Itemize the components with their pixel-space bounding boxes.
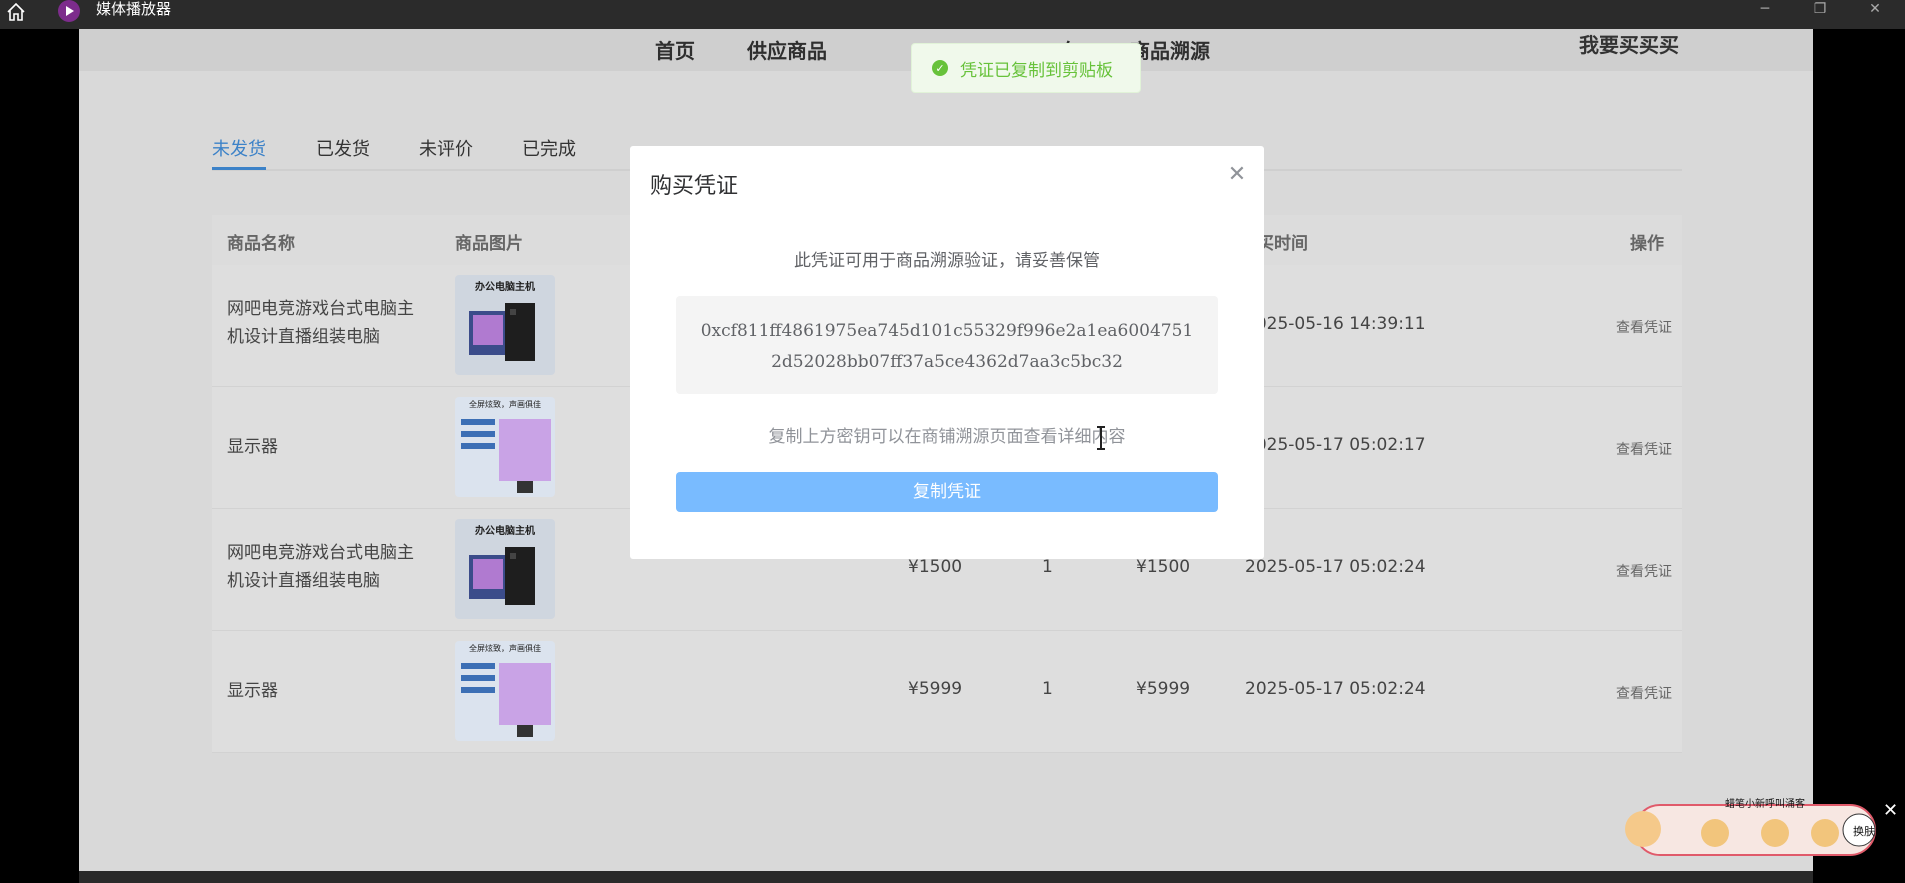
tab-completed[interactable]: 已完成	[522, 135, 576, 161]
nav-supply-products[interactable]: 供应商品	[747, 35, 827, 64]
product-name: 显示器	[227, 437, 278, 457]
purchase-time: 2025-05-16 14:39:11	[1245, 314, 1426, 334]
desktop-pc-image: 办公电脑主机	[455, 519, 555, 619]
window-title: 媒体播放器	[96, 0, 172, 18]
close-icon[interactable]: ✕	[1883, 800, 1898, 821]
minimize-button[interactable]: ─	[1740, 0, 1790, 22]
close-icon[interactable]: ✕	[1225, 162, 1249, 187]
tab-unreviewed[interactable]: 未评价	[419, 135, 473, 161]
voucher-key[interactable]: 0xcf811ff4861975ea745d101c55329f996e2a1e…	[676, 296, 1218, 394]
toast-message: 凭证已复制到剪贴板	[960, 60, 1113, 81]
monitor-image: 全屏炫致，声画俱佳	[455, 397, 555, 497]
view-voucher-link[interactable]: 查看凭证	[1616, 683, 1672, 703]
skin-button-label: 换肤	[1853, 824, 1875, 838]
purchase-time: 2025-05-17 05:02:17	[1245, 435, 1426, 455]
col-product-name: 商品名称	[227, 234, 295, 254]
dialog-hint: 复制上方密钥可以在商铺溯源页面查看详细内容	[768, 427, 1126, 447]
product-name: 网吧电竞游戏台式电脑主机设计直播组装电脑	[227, 299, 414, 347]
widget-text: 蜡笔小新呼叫涌客	[1725, 797, 1805, 810]
monitor-image: 全屏炫致，声画俱佳	[455, 641, 555, 741]
price: ¥5999	[908, 679, 963, 699]
quantity: 1	[1042, 679, 1053, 699]
col-action: 操作	[1630, 234, 1664, 254]
skin-widget[interactable]: 蜡笔小新呼叫涌客 换肤	[1615, 797, 1880, 863]
nav-trace[interactable]: 商品溯源	[1130, 35, 1210, 64]
purchase-time: 2025-05-17 05:02:24	[1245, 557, 1426, 577]
view-voucher-link[interactable]: 查看凭证	[1616, 439, 1672, 459]
purchase-time: 2025-05-17 05:02:24	[1245, 679, 1426, 699]
home-icon[interactable]	[6, 2, 26, 22]
thumb-title: 全屏炫致，声画俱佳	[469, 643, 541, 653]
col-purchase-time: 买时间	[1257, 234, 1308, 254]
price: ¥1500	[908, 557, 963, 577]
text-cursor-icon	[1097, 426, 1105, 450]
tab-shipped[interactable]: 已发货	[316, 135, 370, 161]
dialog-description: 此凭证可用于商品溯源验证，请妥善保管	[794, 251, 1100, 271]
desktop-pc-image: 办公电脑主机	[455, 275, 555, 375]
col-product-image: 商品图片	[455, 234, 523, 254]
product-name: 网吧电竞游戏台式电脑主机设计直播组装电脑	[227, 543, 414, 591]
restore-button[interactable]: ❐	[1795, 0, 1845, 22]
view-voucher-link[interactable]: 查看凭证	[1616, 317, 1672, 337]
quantity: 1	[1042, 557, 1053, 577]
copy-voucher-button[interactable]: 复制凭证	[676, 472, 1218, 512]
thumb-title: 全屏炫致，声画俱佳	[469, 399, 541, 409]
thumb-title: 办公电脑主机	[475, 524, 535, 537]
media-player-logo-icon	[58, 0, 80, 22]
total: ¥1500	[1136, 557, 1191, 577]
nav-home[interactable]: 首页	[655, 35, 695, 64]
window-titlebar: 媒体播放器 ─ ❐ ✕	[0, 0, 1905, 29]
table-row: 显示器 全屏炫致，声画俱佳 ¥5999 1 ¥5999 2025-05-17 0…	[212, 631, 1682, 753]
close-window-button[interactable]: ✕	[1850, 0, 1900, 22]
active-tab-indicator	[212, 167, 266, 170]
bottom-bar	[79, 871, 1813, 883]
thumb-title: 办公电脑主机	[475, 280, 535, 293]
product-name: 显示器	[227, 681, 278, 701]
user-menu[interactable]: 我要买买买	[1579, 29, 1679, 58]
purchase-voucher-dialog: 购买凭证 ✕ 此凭证可用于商品溯源验证，请妥善保管 0xcf811ff48619…	[630, 146, 1264, 559]
tab-unshipped[interactable]: 未发货	[212, 135, 266, 161]
dialog-title: 购买凭证	[650, 174, 739, 199]
total: ¥5999	[1136, 679, 1191, 699]
check-circle-icon: ✓	[932, 60, 948, 76]
success-toast: ✓ 凭证已复制到剪贴板	[911, 43, 1141, 93]
view-voucher-link[interactable]: 查看凭证	[1616, 561, 1672, 581]
